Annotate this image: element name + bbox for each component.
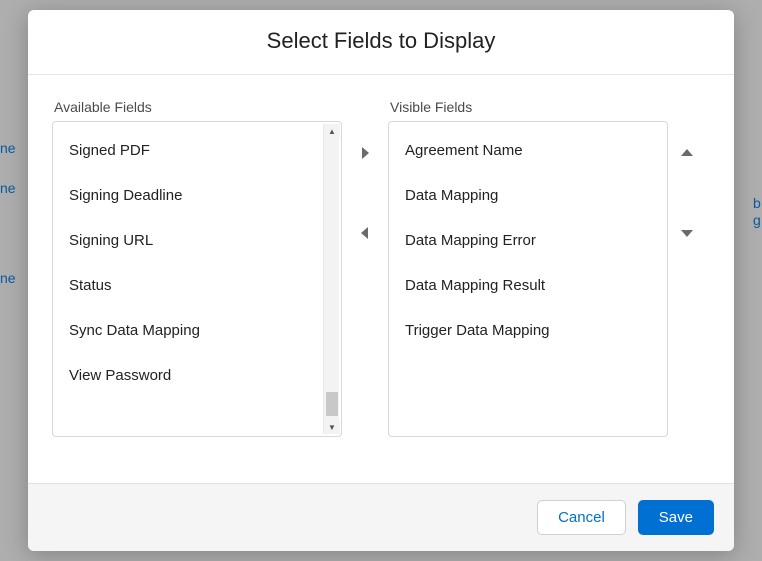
- select-fields-dialog: Select Fields to Display Available Field…: [28, 10, 734, 551]
- move-down-button[interactable]: [675, 221, 699, 245]
- visible-fields-listbox[interactable]: Agreement NameData MappingData Mapping E…: [388, 121, 668, 437]
- dialog-body: Available Fields Signed PDFSigning Deadl…: [28, 75, 734, 483]
- available-fields-label: Available Fields: [52, 99, 342, 115]
- available-fields-column: Available Fields Signed PDFSigning Deadl…: [52, 99, 342, 473]
- caret-up-icon: [680, 148, 694, 158]
- scroll-thumb[interactable]: [326, 392, 338, 416]
- move-left-button[interactable]: [353, 221, 377, 245]
- list-item[interactable]: Sync Data Mapping: [53, 308, 341, 353]
- scroll-up-icon[interactable]: ▲: [324, 124, 340, 138]
- list-item[interactable]: Data Mapping: [389, 173, 667, 218]
- list-item[interactable]: Signed PDF: [53, 128, 341, 173]
- list-item[interactable]: Signing URL: [53, 218, 341, 263]
- list-item[interactable]: Data Mapping Result: [389, 263, 667, 308]
- caret-down-icon: [680, 228, 694, 238]
- visible-fields-column: Visible Fields Agreement NameData Mappin…: [388, 99, 668, 473]
- save-button[interactable]: Save: [638, 500, 714, 535]
- dialog-header: Select Fields to Display: [28, 10, 734, 75]
- caret-right-icon: [360, 146, 370, 160]
- move-right-button[interactable]: [353, 141, 377, 165]
- dialog-title: Select Fields to Display: [267, 28, 496, 53]
- list-item[interactable]: Trigger Data Mapping: [389, 308, 667, 353]
- visible-fields-label: Visible Fields: [388, 99, 668, 115]
- reorder-buttons: [668, 99, 706, 473]
- caret-left-icon: [360, 226, 370, 240]
- move-up-button[interactable]: [675, 141, 699, 165]
- available-fields-listbox[interactable]: Signed PDFSigning DeadlineSigning URLSta…: [52, 121, 342, 437]
- list-item[interactable]: Signing Deadline: [53, 173, 341, 218]
- list-item[interactable]: Agreement Name: [389, 128, 667, 173]
- list-item[interactable]: Data Mapping Error: [389, 218, 667, 263]
- available-scrollbar[interactable]: ▲ ▼: [323, 124, 339, 434]
- list-item[interactable]: Status: [53, 263, 341, 308]
- list-item[interactable]: View Password: [53, 353, 341, 398]
- dialog-footer: Cancel Save: [28, 483, 734, 551]
- cancel-button[interactable]: Cancel: [537, 500, 626, 535]
- transfer-buttons: [342, 99, 388, 473]
- scroll-down-icon[interactable]: ▼: [324, 420, 340, 434]
